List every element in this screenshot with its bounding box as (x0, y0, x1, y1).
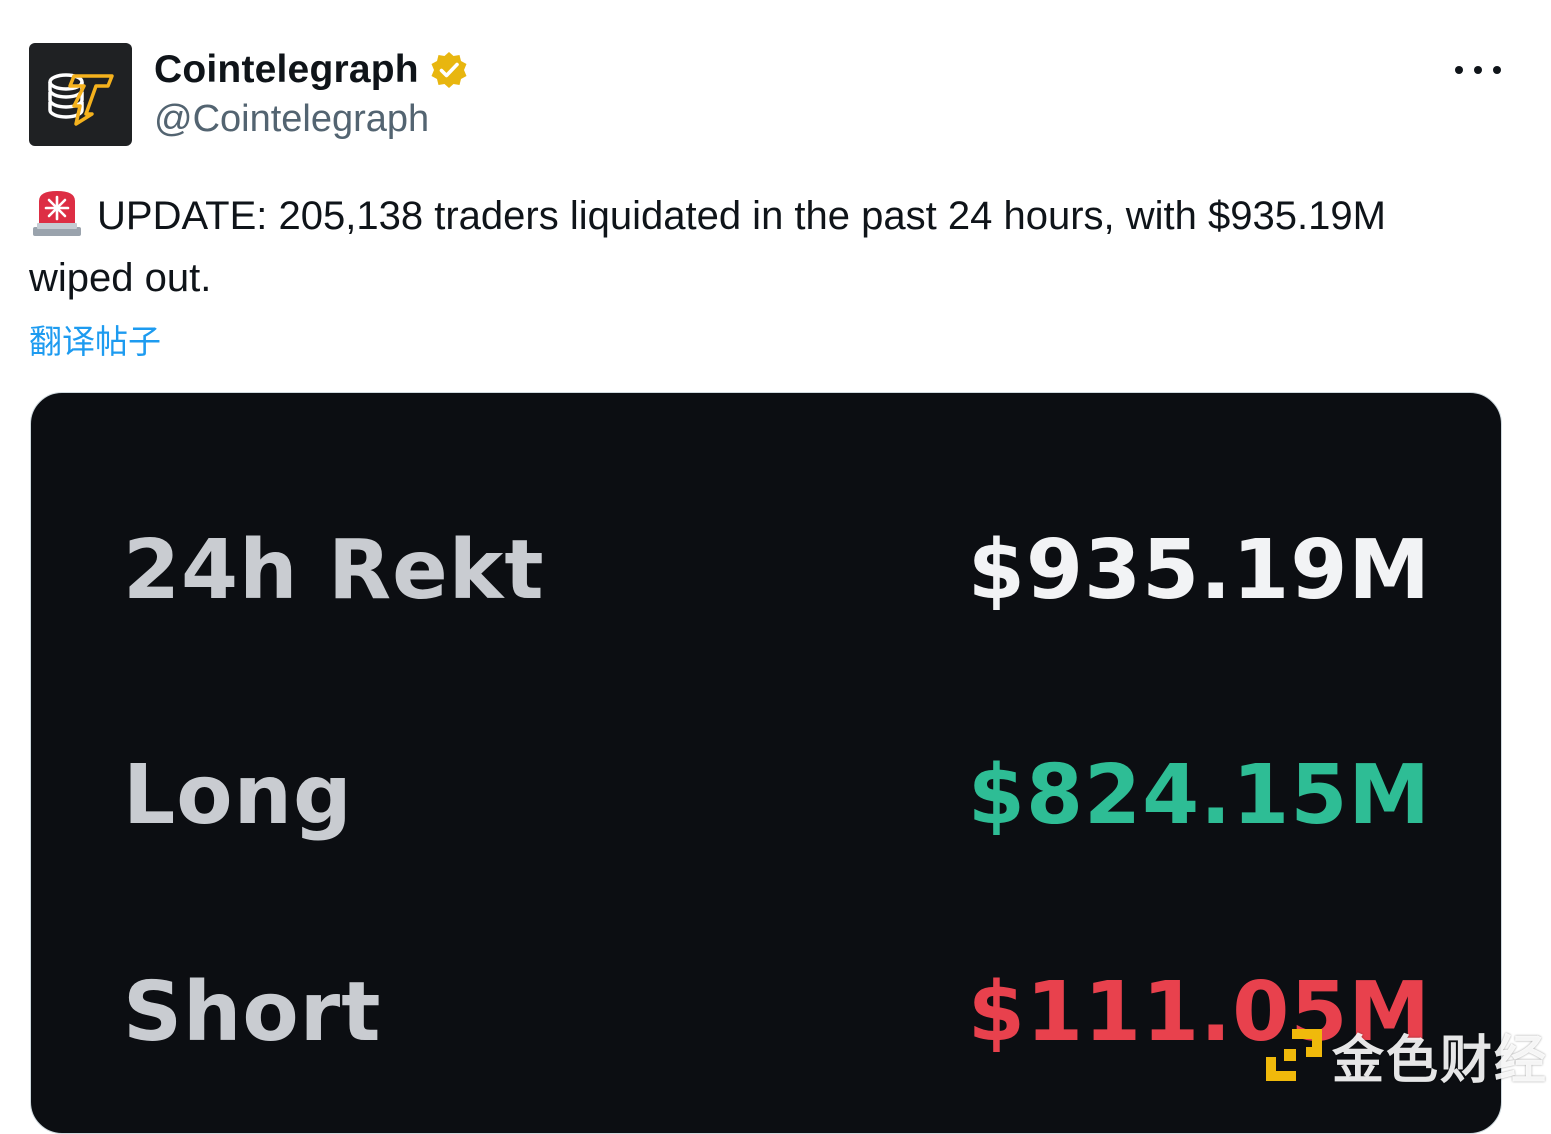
long-label: Long (123, 748, 353, 843)
rekt-24h-label: 24h Rekt (123, 523, 545, 618)
verified-badge-icon[interactable] (429, 50, 469, 90)
tweet-text: UPDATE: 205,138 traders liquidated in th… (29, 185, 1489, 309)
jinse-logo-icon (1266, 1029, 1322, 1081)
dot-icon (1455, 66, 1463, 74)
short-label: Short (123, 965, 382, 1060)
watermark-text: 金色财经 (1332, 1030, 1549, 1091)
rekt-24h-value: $935.19M (967, 523, 1431, 618)
dot-icon (1493, 66, 1501, 74)
more-options-button[interactable] (1455, 56, 1501, 84)
translate-post-link[interactable]: 翻译帖子 (29, 315, 161, 363)
author-handle[interactable]: @Cointelegraph (154, 98, 429, 141)
tweet-body: UPDATE: 205,138 traders liquidated in th… (29, 194, 1386, 300)
siren-icon (33, 191, 81, 236)
author-name-row: Cointelegraph (154, 44, 469, 96)
display-name[interactable]: Cointelegraph (154, 48, 419, 92)
long-value: $824.15M (967, 748, 1431, 843)
media-image-card[interactable]: 24h Rekt $935.19M Long $824.15M Short $1… (30, 392, 1502, 1134)
cointelegraph-logo-icon (47, 72, 114, 126)
dot-icon (1474, 66, 1482, 74)
watermark: 金色财经 (1262, 1025, 1548, 1091)
avatar[interactable] (29, 43, 132, 146)
